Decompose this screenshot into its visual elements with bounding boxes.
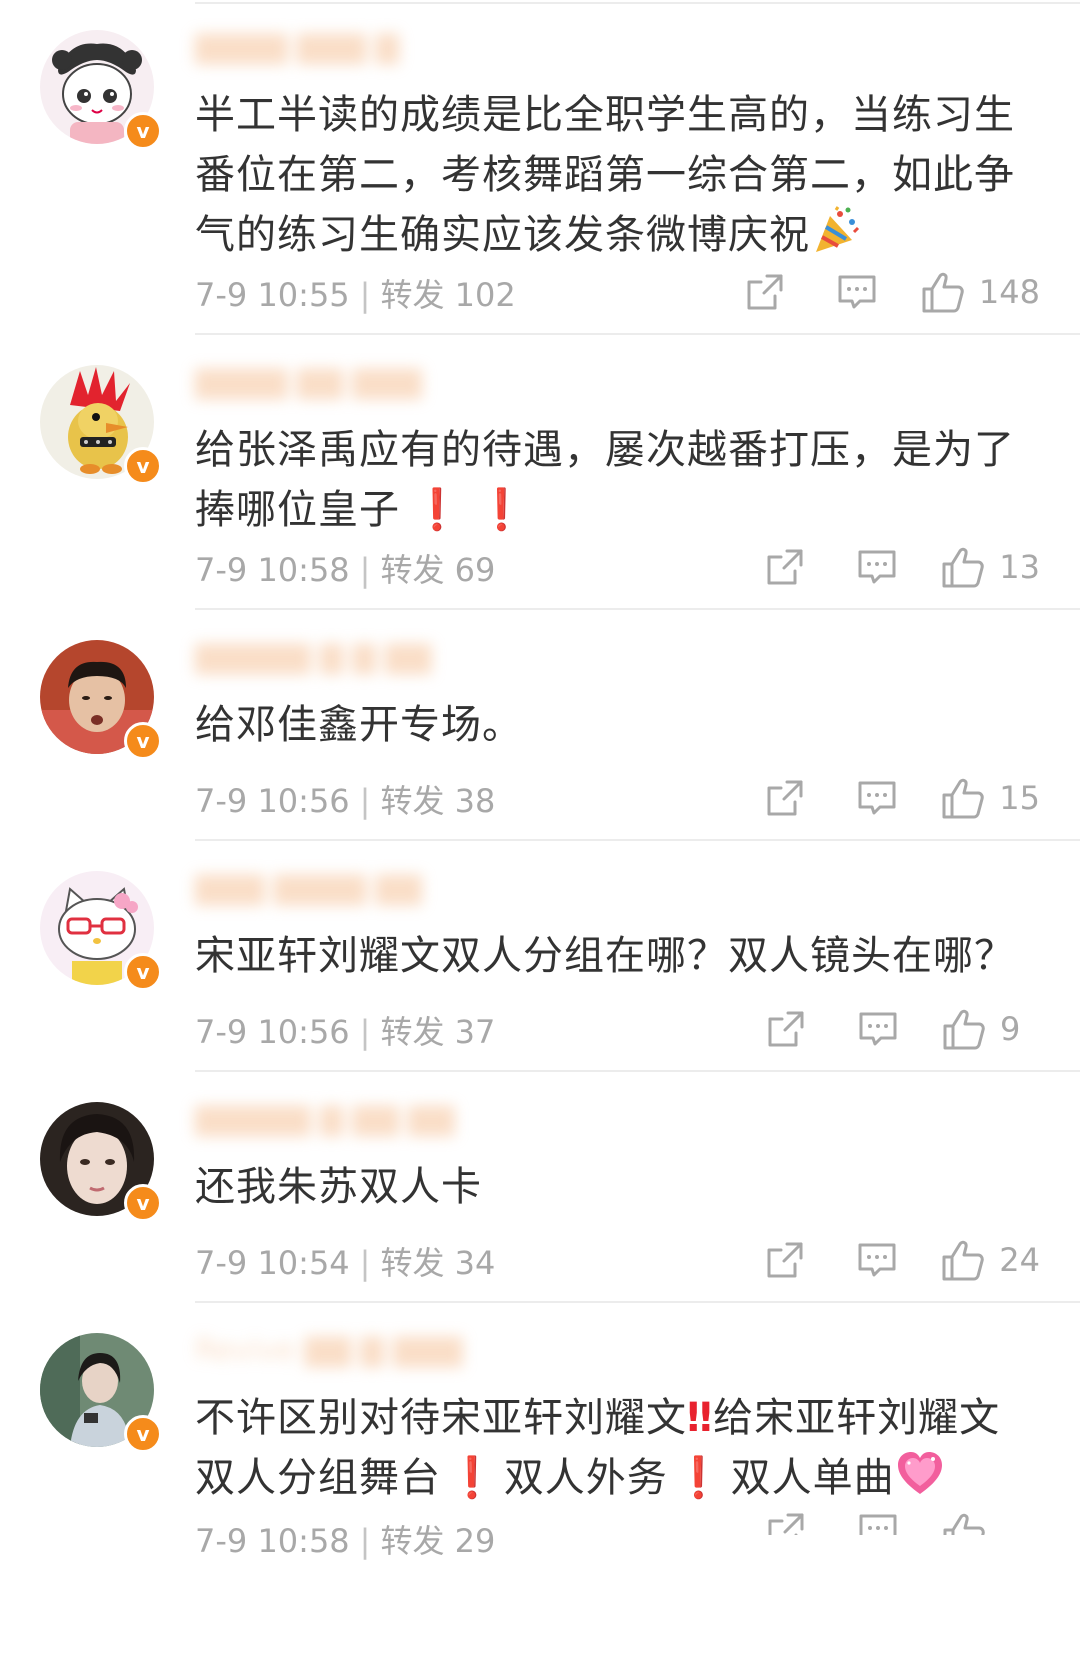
share-icon[interactable] [765,778,805,818]
comment-text-part: 给张泽禹应有的待遇，屡次越番打压，是为了捧哪位皇子 [195,427,1015,533]
comment-actions: 13 [765,545,1040,589]
share-icon[interactable] [745,272,785,312]
meta-separator: | [359,1244,371,1282]
comment-text-part: 双人单曲 [730,1455,895,1501]
red-double-exclamation-icon: ‼ [687,1395,714,1441]
username-blurred: ▇▇▇▇▇ ▇ ▇▇ ▇▇ [195,1102,455,1137]
thumbs-up-icon[interactable] [941,545,985,589]
comment-time: 7-9 10:58 [195,551,350,589]
like-count: 24 [999,1241,1040,1279]
verified-badge: v [124,1184,162,1222]
like-count: 15 [999,779,1040,817]
comment-item: v ▇▇▇ ▇▇▇▇ ▇▇ 宋亚轩刘耀文双人分组在哪？双人镜头在哪？ 7-9 1… [0,841,1080,1072]
comment-text-part: 双人外务 [503,1455,668,1501]
username-blurred: Revive ▇▇ ▇ ▇▇▇ [195,1333,463,1368]
username-blurred: ▇▇▇▇ ▇▇ ▇▇▇ [195,365,422,400]
comment-time: 7-9 10:56 [195,782,350,820]
comment-item: v ▇▇▇▇ ▇▇ ▇▇▇ 给张泽禹应有的待遇，屡次越番打压，是为了捧哪位皇子 ❗… [0,335,1080,610]
thumbs-up-icon[interactable] [942,1007,986,1051]
red-exclamation-icon: ❗ [447,1455,498,1501]
comment-time: 7-9 10:54 [195,1244,350,1282]
comment-icon[interactable] [837,272,877,312]
thumbs-up-icon[interactable] [941,776,985,820]
like-count: 9 [1000,1010,1021,1048]
comment-text: 还我朱苏双人卡 [195,1157,1040,1217]
verified-badge: v [124,112,162,150]
comment-text-part: 给邓佳鑫开专场。 [195,702,523,748]
red-exclamation-icon: ❗ [412,487,463,533]
meta-separator: | [359,551,371,589]
comment-meta: 7-9 10:58 | 转发 69 [195,545,495,591]
like-count: 148 [978,273,1040,311]
share-icon[interactable] [765,547,805,587]
comment-actions: 9 [766,1007,1040,1051]
repost-label[interactable]: 转发 [380,551,444,589]
repost-label[interactable]: 转发 [380,1522,444,1560]
comment-actions [766,1511,1040,1535]
meta-separator: | [359,1013,371,1051]
repost-label[interactable]: 转发 [380,782,444,820]
comment-time: 7-9 10:56 [195,1013,350,1051]
repost-label[interactable]: 转发 [380,1013,444,1051]
repost-count: 102 [454,276,516,314]
comment-time: 7-9 10:58 [195,1522,350,1560]
thumbs-up-icon[interactable] [921,270,965,314]
comment-item: v ▇▇▇▇ ▇▇▇ ▇ 半工半读的成绩是比全职学生高的，当练习生番位在第二，考… [0,0,1080,335]
red-exclamation-icon: ❗ [673,1455,725,1501]
thumbs-up-icon[interactable] [942,1511,986,1535]
comment-text: 给张泽禹应有的待遇，屡次越番打压，是为了捧哪位皇子 ❗ ❗ [195,420,1040,540]
comment-meta: 7-9 10:58 | 转发 29 [195,1516,495,1562]
comment-item: v ▇▇▇▇▇ ▇ ▇▇ ▇▇ 还我朱苏双人卡 7-9 10:54 | 转发 34 … [0,1072,1080,1303]
comment-item: v ▇▇▇▇▇ ▇ ▇ ▇▇ 给邓佳鑫开专场。 7-9 10:56 | 转发 38 … [0,610,1080,841]
username-blurred: ▇▇▇ ▇▇▇▇ ▇▇ [195,871,422,906]
repost-label[interactable]: 转发 [380,1244,444,1282]
comment-meta: 7-9 10:54 | 转发 34 [195,1238,495,1284]
comment-text-part: 宋亚轩刘耀文双人分组在哪？双人镜头在哪？ [195,933,1015,979]
like-count: 13 [999,548,1040,586]
comment-meta: 7-9 10:56 | 转发 38 [195,776,495,822]
verified-badge: v [124,447,162,485]
comment-icon[interactable] [858,1511,898,1535]
verified-badge: v [124,953,162,991]
verified-badge: v [124,722,162,760]
repost-count: 38 [454,782,496,820]
comment-text: 宋亚轩刘耀文双人分组在哪？双人镜头在哪？ [195,926,1040,986]
comment-list: v ▇▇▇▇ ▇▇▇ ▇ 半工半读的成绩是比全职学生高的，当练习生番位在第二，考… [0,0,1080,1661]
party-popper-icon [810,206,860,256]
comment-icon[interactable] [857,778,897,818]
share-icon[interactable] [766,1009,806,1049]
username-blurred: ▇▇▇▇▇ ▇ ▇ ▇▇ [195,640,432,675]
comment-text: 不许区别对待宋亚轩刘耀文‼给宋亚轩刘耀文双人分组舞台 ❗ 双人外务 ❗ 双人单曲 [195,1388,1040,1508]
repost-count: 34 [454,1244,496,1282]
meta-separator: | [359,276,371,314]
repost-count: 69 [454,551,496,589]
comment-text-part: 还我朱苏双人卡 [195,1164,482,1210]
comment-meta: 7-9 10:56 | 转发 37 [195,1007,495,1053]
comment-actions: 15 [765,776,1040,820]
thumbs-up-icon[interactable] [941,1238,985,1282]
comment-item: v Revive ▇▇ ▇ ▇▇▇ 不许区别对待宋亚轩刘耀文‼给宋亚轩刘耀文双人… [0,1303,1080,1661]
comment-text-part: 不许区别对待宋亚轩刘耀文 [195,1395,687,1441]
verified-badge: v [124,1415,162,1453]
sparkling-heart-icon [895,1449,945,1499]
share-icon[interactable] [766,1511,806,1535]
meta-separator: | [359,1522,371,1560]
red-exclamation-icon: ❗ [476,487,528,533]
comment-text: 给邓佳鑫开专场。 [195,695,1040,755]
comment-icon[interactable] [858,1009,898,1049]
comment-actions: 148 [745,270,1040,314]
share-icon[interactable] [765,1240,805,1280]
repost-count: 29 [454,1522,496,1560]
comment-icon[interactable] [857,547,897,587]
comment-icon[interactable] [857,1240,897,1280]
repost-label[interactable]: 转发 [380,276,444,314]
comment-text-part: 半工半读的成绩是比全职学生高的，当练习生番位在第二，考核舞蹈第一综合第二，如此争… [195,92,1015,258]
meta-separator: | [359,782,371,820]
comment-text: 半工半读的成绩是比全职学生高的，当练习生番位在第二，考核舞蹈第一综合第二，如此争… [195,85,1040,265]
comment-time: 7-9 10:55 [195,276,350,314]
repost-count: 37 [454,1013,496,1051]
comment-actions: 24 [765,1238,1040,1282]
comment-meta: 7-9 10:55 | 转发 102 [195,270,516,316]
username-blurred: ▇▇▇▇ ▇▇▇ ▇ [195,30,399,65]
